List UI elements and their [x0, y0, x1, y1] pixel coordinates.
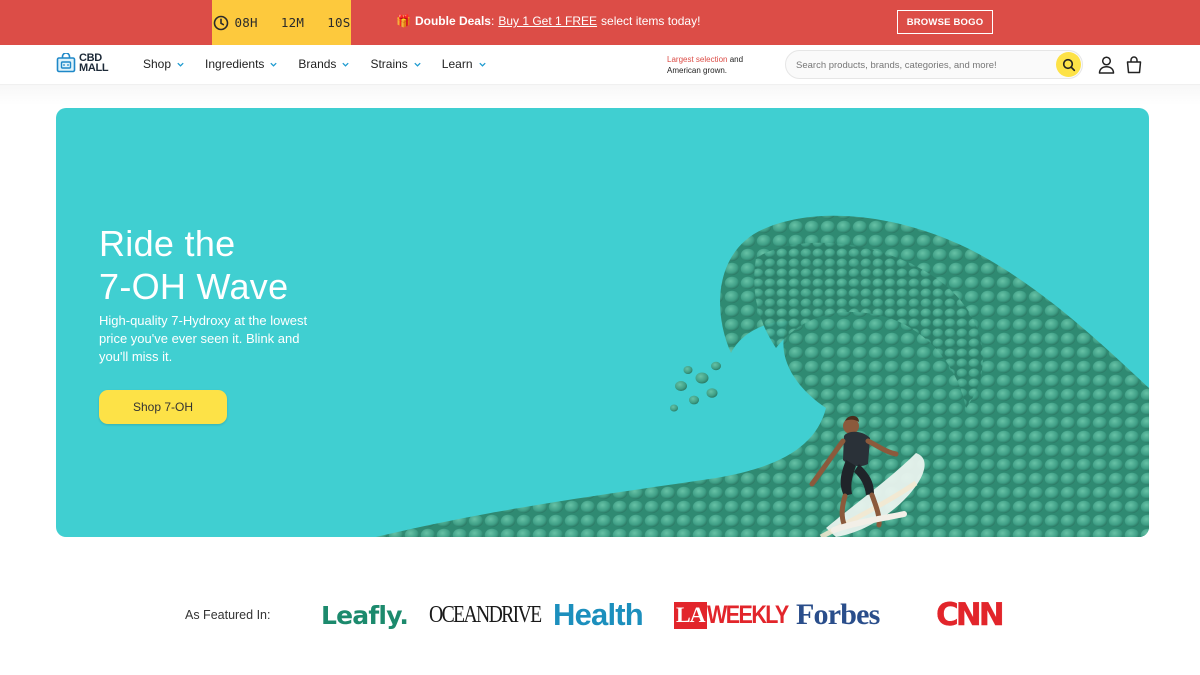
hero-subtitle: High-quality 7-Hydroxy at the lowest pri…	[99, 313, 308, 364]
health-logo: Health	[553, 597, 644, 632]
account-icon[interactable]	[1098, 56, 1115, 74]
chevron-down-icon	[478, 62, 486, 67]
forbes-logo: Forbes	[796, 598, 880, 631]
logo[interactable]: CBD MALL	[56, 53, 109, 74]
nav-item-label: Brands	[298, 57, 337, 71]
selection-highlight: Largest selection	[667, 55, 728, 64]
countdown-value: 08H 12M 10S	[234, 15, 351, 30]
countdown-timer: 08H 12M 10S	[212, 0, 351, 45]
clock-icon	[213, 15, 228, 30]
hero-title: Ride the 7-OH Wave	[99, 222, 288, 308]
chevron-down-icon	[414, 62, 421, 67]
cnn-logo: CNN	[936, 597, 1005, 633]
deal-text: select items today!	[601, 14, 701, 28]
nav-item-brands[interactable]: Brands	[298, 57, 350, 71]
search-button[interactable]	[1056, 52, 1081, 77]
nav-item-ingredients[interactable]: Ingredients	[205, 57, 278, 71]
chevron-down-icon	[270, 62, 278, 67]
deal-title: Double Deals	[414, 14, 491, 28]
main-nav: Shop Ingredients Brands Strains Learn	[143, 57, 487, 71]
leafly-logo: Leafly.	[321, 600, 409, 630]
selection-tagline: Largest selection and American grown.	[667, 54, 743, 76]
chevron-down-icon	[177, 62, 184, 67]
selection-text: and	[727, 55, 744, 64]
nav-item-strains[interactable]: Strains	[370, 57, 421, 71]
nav-item-label: Learn	[441, 57, 473, 71]
nav-item-learn[interactable]: Learn	[442, 57, 487, 71]
logo-bag-icon	[56, 53, 76, 73]
laweekly-logo-la: LA	[674, 601, 707, 629]
selection-line2: American grown.	[667, 66, 728, 75]
oceandrive-logo: OCEANDRIVE	[429, 601, 542, 628]
search-icon	[1062, 58, 1075, 71]
browse-bogo-button[interactable]: BROWSE BOGO	[897, 10, 993, 34]
site-header: CBD MALL Shop Ingredients Brands Strains…	[0, 45, 1200, 85]
laweekly-logo-weekly: WEEKLY	[706, 600, 789, 629]
search-input[interactable]	[796, 57, 1046, 73]
cart-bag-icon[interactable]	[1125, 55, 1143, 74]
hero-banner: Ride the 7-OH Wave High-quality 7-Hydrox…	[56, 108, 1149, 537]
search-bar	[785, 50, 1083, 79]
logo-text-line2: MALL	[79, 62, 109, 74]
header-shadow-strip	[0, 85, 1200, 105]
chevron-down-icon	[342, 62, 350, 67]
nav-item-shop[interactable]: Shop	[143, 57, 185, 71]
hero-title-line1: Ride the	[99, 223, 236, 264]
laweekly-logo: LA WEEKLY	[674, 601, 800, 629]
logo-text: CBD MALL	[79, 53, 109, 74]
deal-separator: :	[490, 14, 495, 28]
wave-surfer-illustration	[376, 215, 1149, 537]
featured-label: As Featured In:	[185, 608, 271, 622]
nav-item-label: Strains	[370, 57, 408, 71]
shop-7oh-button[interactable]: Shop 7-OH	[99, 390, 227, 424]
hero-title-line2: 7-OH Wave	[99, 266, 289, 307]
nav-item-label: Ingredients	[205, 57, 265, 71]
featured-in-section: As Featured In: Leafly. OCEANDRIVE Healt…	[0, 590, 1200, 640]
nav-item-label: Shop	[143, 57, 172, 71]
deal-link[interactable]: Buy 1 Get 1 FREE	[498, 14, 597, 28]
gift-icon: 🎁	[396, 14, 411, 28]
deal-message: 🎁 Double Deals: Buy 1 Get 1 FREE select …	[396, 14, 700, 28]
promo-bar: 08H 12M 10S 🎁 Double Deals: Buy 1 Get 1 …	[0, 0, 1200, 45]
